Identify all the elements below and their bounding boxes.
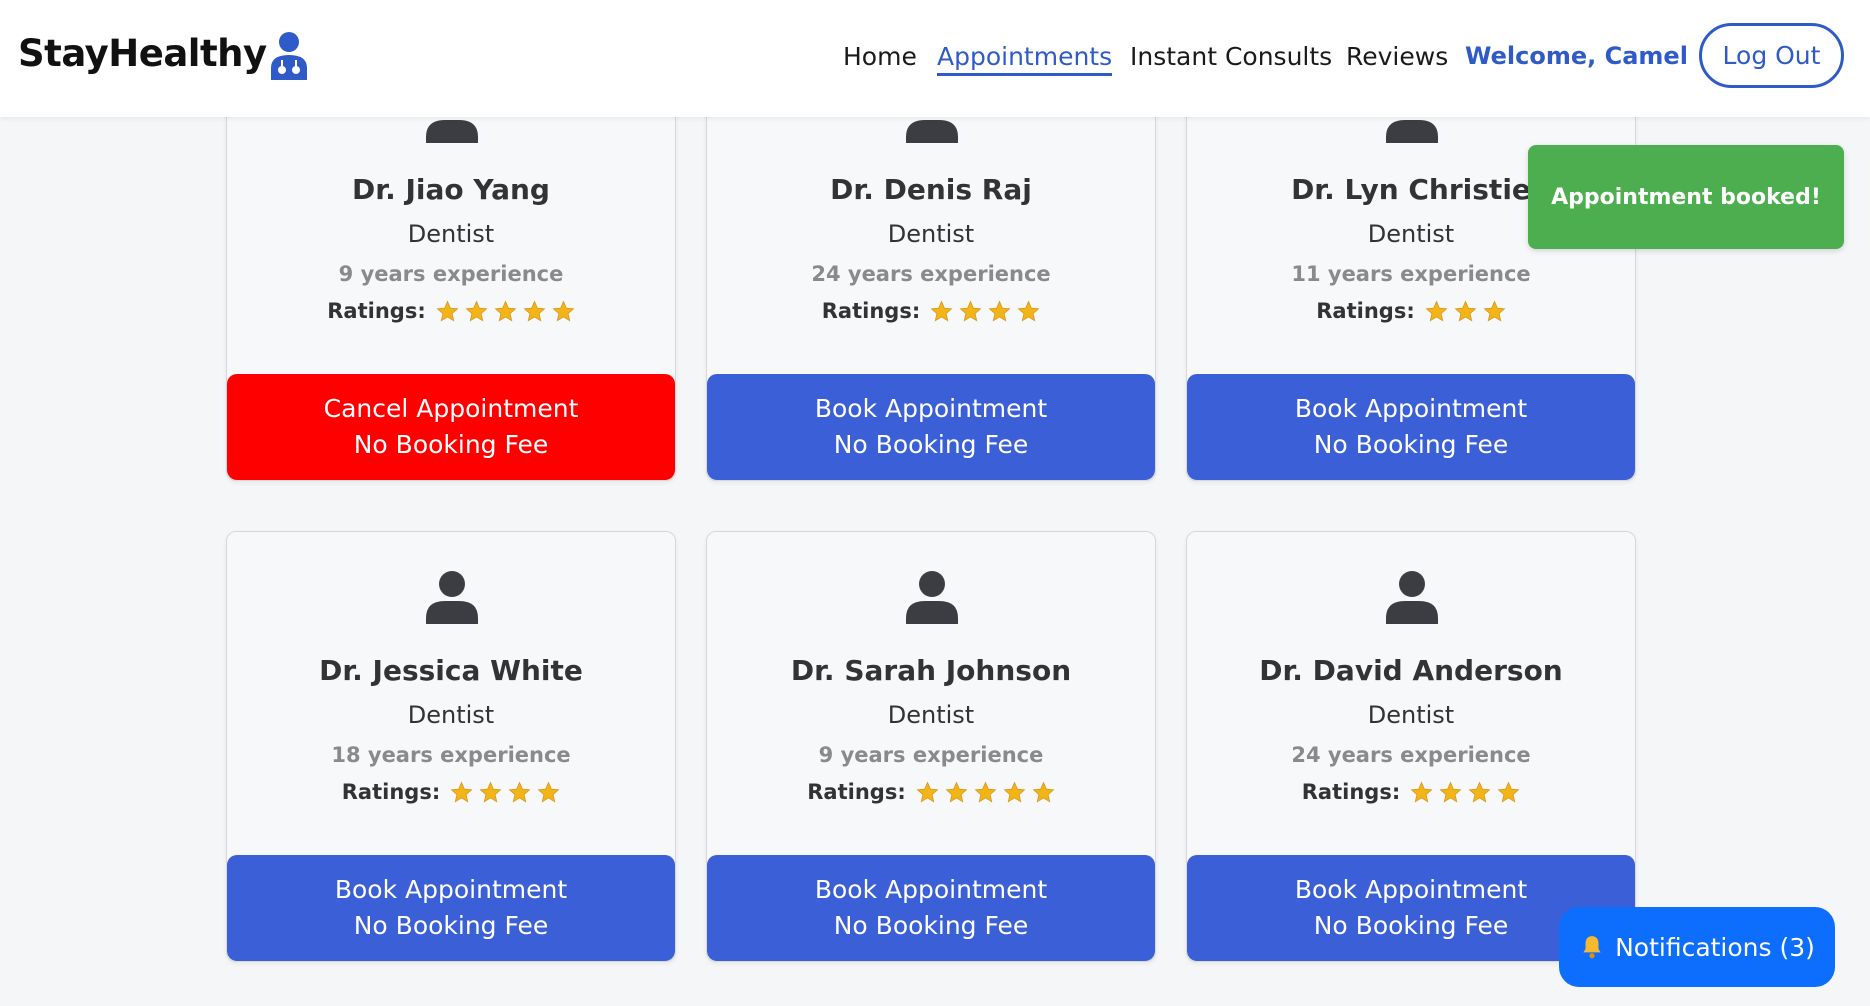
user-avatar-icon (906, 571, 958, 624)
doctor-specialty: Dentist (887, 701, 975, 729)
doctor-name: Dr. Denis Raj (830, 173, 1032, 206)
notifications-button[interactable]: Notifications (3) (1559, 907, 1835, 987)
toast-appointment-booked: Appointment booked! (1528, 145, 1844, 249)
doctor-ratings: Ratings: (227, 299, 675, 323)
nav-appointments[interactable]: Appointments (937, 42, 1113, 76)
star-icon (1454, 299, 1477, 321)
star-icon (1410, 780, 1433, 802)
star-icon (930, 299, 953, 321)
doctor-experience: 9 years experience (818, 743, 1044, 767)
book-appointment-button[interactable]: Book Appointment No Booking Fee (227, 855, 675, 961)
button-fee-label: No Booking Fee (833, 430, 1029, 459)
nav-home[interactable]: Home (843, 42, 917, 71)
doctor-specialty: Dentist (1367, 701, 1455, 729)
button-action-label: Book Appointment (1294, 394, 1528, 423)
doctor-ratings: Ratings: (707, 299, 1155, 323)
star-icon (945, 780, 968, 802)
doctor-card: Dr. Sarah Johnson Dentist 9 years experi… (706, 531, 1156, 962)
doctor-specialty: Dentist (407, 220, 495, 248)
user-avatar-icon (426, 571, 478, 624)
logout-button[interactable]: Log Out (1699, 23, 1844, 88)
doctor-name: Dr. David Anderson (1259, 654, 1563, 687)
ratings-label: Ratings: (327, 299, 426, 323)
ratings-label: Ratings: (807, 780, 906, 804)
doctor-name: Dr. Jessica White (319, 654, 583, 687)
star-icon (479, 780, 502, 802)
cancel-appointment-button[interactable]: Cancel Appointment No Booking Fee (227, 374, 675, 480)
bell-icon (1583, 936, 1601, 959)
doctor-specialty: Dentist (407, 701, 495, 729)
star-icon (436, 299, 459, 321)
button-fee-label: No Booking Fee (353, 430, 549, 459)
star-icon (1468, 780, 1491, 802)
star-icon (494, 299, 517, 321)
book-appointment-button[interactable]: Book Appointment No Booking Fee (707, 855, 1155, 961)
star-icon (1483, 299, 1506, 321)
doctor-ratings: Ratings: (1187, 780, 1635, 804)
button-fee-label: No Booking Fee (353, 911, 549, 940)
book-appointment-button[interactable]: Book Appointment No Booking Fee (707, 374, 1155, 480)
notifications-label: Notifications (3) (1615, 932, 1815, 962)
nav-instant-consults[interactable]: Instant Consults (1130, 42, 1332, 71)
star-icon (959, 299, 982, 321)
doctor-experience: 24 years experience (1291, 743, 1531, 767)
star-icon (537, 780, 560, 802)
doctor-ratings: Ratings: (707, 780, 1155, 804)
button-action-label: Book Appointment (1294, 875, 1528, 904)
doctor-ratings: Ratings: (1187, 299, 1635, 323)
button-action-label: Book Appointment (814, 394, 1048, 423)
doctor-icon (271, 32, 307, 80)
book-appointment-button[interactable]: Book Appointment No Booking Fee (1187, 374, 1635, 480)
star-icon (916, 780, 939, 802)
button-action-label: Book Appointment (814, 875, 1048, 904)
star-icon (450, 780, 473, 802)
star-icon (1032, 780, 1055, 802)
star-icon (523, 299, 546, 321)
doctor-experience: 18 years experience (331, 743, 571, 767)
welcome-message: Welcome, Camel (1465, 42, 1688, 70)
brand-logo-text[interactable]: StayHealthy (18, 32, 267, 75)
star-icon (465, 299, 488, 321)
doctor-specialty: Dentist (887, 220, 975, 248)
button-action-label: Book Appointment (334, 875, 568, 904)
doctor-name: Dr. Jiao Yang (352, 173, 550, 206)
doctor-card: Dr. Jessica White Dentist 18 years exper… (226, 531, 676, 962)
doctor-experience: 11 years experience (1291, 262, 1531, 286)
star-icon (552, 299, 575, 321)
ratings-label: Ratings: (1316, 299, 1415, 323)
ratings-label: Ratings: (1301, 780, 1401, 804)
star-icon (974, 780, 997, 802)
button-action-label: Cancel Appointment (323, 394, 579, 423)
star-icon (1497, 780, 1520, 802)
star-icon (1439, 780, 1462, 802)
doctor-card: Dr. David Anderson Dentist 24 years expe… (1186, 531, 1636, 962)
navbar: StayHealthy Home Appointments Instant Co… (0, 0, 1870, 117)
star-icon (1425, 299, 1448, 321)
button-fee-label: No Booking Fee (1313, 911, 1509, 940)
doctor-experience: 9 years experience (338, 262, 564, 286)
doctor-experience: 24 years experience (811, 262, 1051, 286)
star-icon (508, 780, 531, 802)
doctor-name: Dr. Sarah Johnson (790, 654, 1072, 687)
ratings-label: Ratings: (341, 780, 441, 804)
ratings-label: Ratings: (821, 299, 921, 323)
button-fee-label: No Booking Fee (833, 911, 1029, 940)
button-fee-label: No Booking Fee (1313, 430, 1509, 459)
star-icon (1003, 780, 1026, 802)
user-avatar-icon (1386, 571, 1438, 624)
star-icon (988, 299, 1011, 321)
nav-reviews[interactable]: Reviews (1346, 42, 1448, 71)
doctor-ratings: Ratings: (227, 780, 675, 804)
star-icon (1017, 299, 1040, 321)
